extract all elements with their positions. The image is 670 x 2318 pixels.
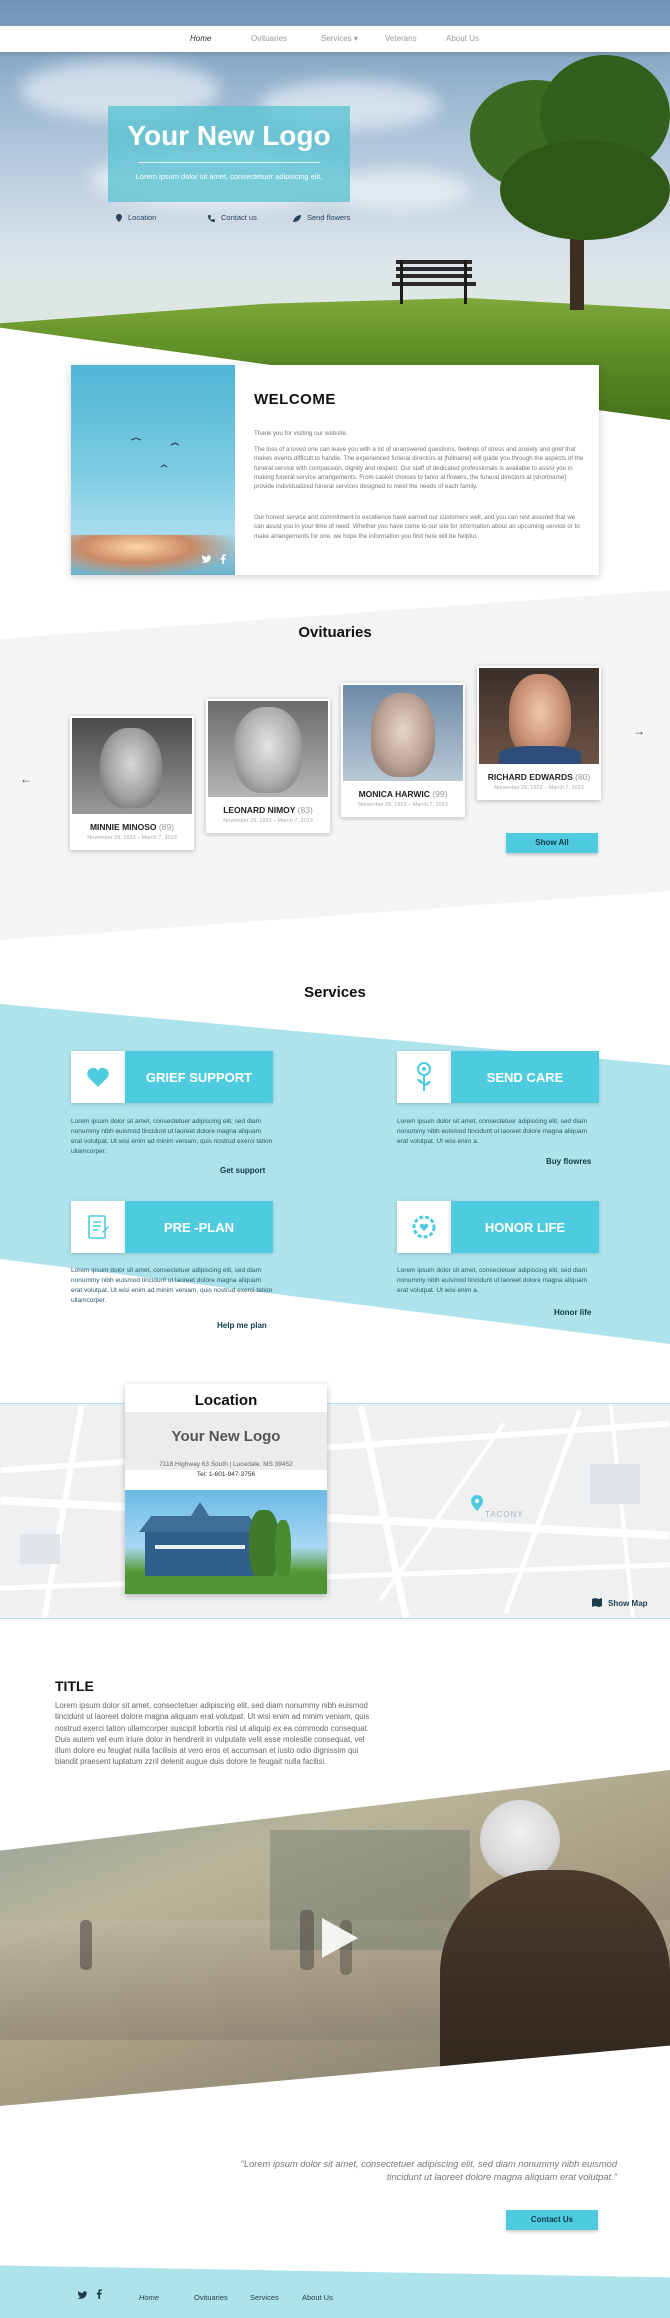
- location-phone[interactable]: Tel: 1-601-947-3756: [125, 1471, 327, 1478]
- document-icon: [88, 1215, 109, 1239]
- quote-text: "Lorem ipsum dolor sit amet, consectetue…: [240, 2159, 617, 2182]
- map-pin-icon[interactable]: [471, 1495, 483, 1511]
- nav-ovituaries[interactable]: Ovituaries: [251, 34, 287, 43]
- obituary-card[interactable]: LEONARD NIMOY (83) November 29, 1923 – M…: [206, 699, 330, 833]
- welcome-image: [71, 365, 235, 575]
- welcome-paragraph-1: Thank you for visiting our website.: [254, 430, 348, 437]
- welcome-card: WELCOME Thank you for visiting our websi…: [71, 365, 599, 575]
- honor-life-title[interactable]: HONOR LIFE: [451, 1201, 599, 1253]
- footer-facebook-icon[interactable]: [96, 2289, 102, 2299]
- top-nav: Home Ovituaries Services ▾ Veterans Abou…: [0, 26, 670, 52]
- help-me-plan-link[interactable]: Help me plan: [217, 1321, 267, 1330]
- birds-icon: [131, 437, 180, 468]
- location-title: Location: [194, 1392, 258, 1409]
- obituary-dates: November 29, 1923 – March 7, 2013: [223, 818, 313, 824]
- video-player[interactable]: [0, 1770, 670, 2106]
- article-text: Lorem ipsum dolor sit amet, consectetuer…: [55, 1701, 370, 1767]
- phone-icon: [208, 215, 215, 222]
- honor-life-icon-box: [397, 1201, 451, 1253]
- obituary-dates: November 29, 1923 – March 7, 2013: [87, 835, 177, 841]
- location-link[interactable]: Location: [116, 213, 156, 222]
- footer-about-link[interactable]: About Us: [302, 2293, 333, 2302]
- show-all-button[interactable]: Show All: [506, 833, 598, 853]
- buy-flowers-link[interactable]: Buy flowres: [546, 1157, 591, 1166]
- article-title: TITLE: [55, 1678, 94, 1694]
- get-support-link[interactable]: Get support: [220, 1166, 265, 1175]
- footer-twitter-icon[interactable]: [77, 2291, 87, 2299]
- contact-link-label: Contact us: [221, 213, 257, 222]
- footer-ovituaries-link[interactable]: Ovituaries: [194, 2293, 228, 2302]
- welcome-paragraph-2: The loss of a loved one can leave you wi…: [254, 446, 584, 491]
- nav-services-label: Services: [321, 34, 352, 43]
- contact-us-button[interactable]: Contact Us: [506, 2210, 598, 2230]
- map[interactable]: TACONY Show Map: [0, 1403, 670, 1619]
- send-care-text: Lorem ipsum dolor sit amet, consectetuer…: [397, 1118, 588, 1145]
- obituary-name: MINNIE MINOSO (89): [89, 822, 175, 832]
- obituary-photo: [343, 685, 463, 781]
- location-logo: Your New Logo: [171, 1428, 281, 1445]
- welcome-title: WELCOME: [254, 391, 336, 408]
- logo-subtitle: Lorem ipsum dolor sit amet, consectetuer…: [135, 172, 323, 181]
- logo-title: Your New Logo: [127, 120, 331, 151]
- honor-life-text: Lorem ipsum dolor sit amet, consectetuer…: [397, 1267, 588, 1294]
- obituary-photo: [208, 701, 328, 797]
- obituaries-title: Ovituaries: [298, 624, 372, 641]
- twitter-icon[interactable]: [201, 555, 211, 563]
- contact-link[interactable]: Contact us: [208, 213, 257, 222]
- location-pin-icon: [116, 214, 122, 222]
- next-arrow-icon[interactable]: →: [633, 724, 645, 738]
- obituary-name: MONICA HARWIC (99): [358, 789, 448, 799]
- grief-support-icon-box: [71, 1051, 125, 1103]
- nav-about-us[interactable]: About Us: [446, 34, 479, 43]
- hero-logo-box: Your New Logo Lorem ipsum dolor sit amet…: [108, 106, 350, 202]
- send-care-icon-box: [397, 1051, 451, 1103]
- pre-plan-title[interactable]: PRE -PLAN: [125, 1201, 273, 1253]
- nav-veterans[interactable]: Veterans: [385, 34, 417, 43]
- nav-home[interactable]: Home: [190, 34, 211, 43]
- pre-plan-text: Lorem ipsum dolor sit amet, consectetuer…: [71, 1267, 273, 1304]
- page: Your New Logo Lorem ipsum dolor sit amet…: [0, 0, 670, 2318]
- obituary-dates: November 29, 1923 – March 7, 2013: [358, 802, 448, 808]
- send-care-title[interactable]: SEND CARE: [451, 1051, 599, 1103]
- grief-support-text: Lorem ipsum dolor sit amet, consectetuer…: [71, 1118, 273, 1155]
- pre-plan-icon-box: [71, 1201, 125, 1253]
- honor-life-link[interactable]: Honor life: [554, 1308, 591, 1317]
- send-flowers-link[interactable]: Send flowers: [293, 213, 350, 222]
- flower-icon: [293, 215, 301, 222]
- footer-services-link[interactable]: Services: [250, 2293, 279, 2302]
- heart-icon: [87, 1067, 109, 1087]
- hero-banner: Your New Logo Lorem ipsum dolor sit amet…: [0, 0, 670, 420]
- bench-icon: [392, 260, 476, 304]
- location-link-label: Location: [128, 213, 157, 222]
- obituary-card[interactable]: MONICA HARWIC (99) November 29, 1923 – M…: [341, 683, 465, 817]
- obituary-card[interactable]: RICHARD EDWARDS (80) November 29, 1923 –…: [477, 666, 601, 800]
- flower-icon: [417, 1062, 431, 1091]
- location-address: 7118 Highway 63 South | Lucedale, MS 394…: [159, 1461, 293, 1468]
- grief-support-title[interactable]: GRIEF SUPPORT: [125, 1051, 273, 1103]
- wreath-icon: [412, 1215, 436, 1239]
- facebook-icon[interactable]: [220, 554, 226, 564]
- funeral-home-photo: [125, 1490, 327, 1594]
- show-map-link[interactable]: Show Map: [592, 1598, 648, 1608]
- prev-arrow-icon[interactable]: ←: [20, 772, 32, 786]
- obituary-card[interactable]: MINNIE MINOSO (89) November 29, 1923 – M…: [70, 716, 194, 850]
- welcome-paragraph-3: Our honest service and commitment to exc…: [254, 514, 580, 540]
- obituary-name: RICHARD EDWARDS (80): [487, 772, 591, 782]
- location-card: Location Your New Logo 7118 Highway 63 S…: [125, 1384, 327, 1594]
- obituary-dates: November 29, 1923 – March 7, 2013: [494, 785, 584, 791]
- send-flowers-link-label: Send flowers: [307, 213, 351, 222]
- nav-services[interactable]: Services ▾: [321, 34, 358, 43]
- services-title: Services: [304, 984, 366, 1001]
- obituary-photo: [479, 668, 599, 764]
- show-map-label: Show Map: [608, 1599, 648, 1608]
- map-area-label: TACONY: [485, 1510, 524, 1519]
- chevron-down-icon: ▾: [353, 34, 358, 43]
- map-icon: [592, 1598, 602, 1607]
- footer-home-link[interactable]: Home: [139, 2293, 159, 2302]
- obituary-photo: [72, 718, 192, 814]
- play-icon[interactable]: [320, 1916, 360, 1960]
- footer: [0, 2265, 670, 2318]
- obituary-name: LEONARD NIMOY (83): [223, 805, 313, 815]
